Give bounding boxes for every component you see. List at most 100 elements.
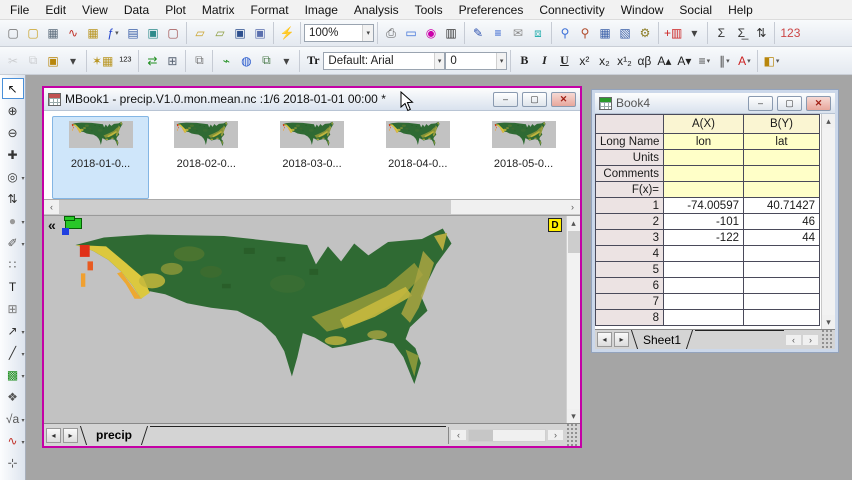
slice-thumbnail[interactable]: 2018-01-0... <box>52 116 149 199</box>
reimport-button[interactable]: ⇄ <box>142 50 162 71</box>
supersubscript-button[interactable]: x¹₂ <box>614 50 634 71</box>
new-folder-button[interactable]: ▢ <box>23 23 43 44</box>
cell-a[interactable] <box>663 149 744 166</box>
corner-header-cell[interactable] <box>595 114 664 134</box>
pan-tool[interactable]: ❖ <box>2 386 24 407</box>
cell-b[interactable] <box>743 277 820 294</box>
menu-item[interactable]: Preferences <box>451 1 532 19</box>
slice-thumbnail[interactable]: 2018-03-0... <box>264 116 361 199</box>
worksheet-view-button[interactable]: ▦ <box>595 23 615 44</box>
new-project-button[interactable]: ▢ <box>3 23 23 44</box>
sum-column-button[interactable]: Σ <box>711 23 731 44</box>
row-header-cell[interactable]: Long Name <box>595 133 664 150</box>
chevron-down-icon[interactable]: ▾ <box>433 52 445 69</box>
row-header-cell[interactable]: 3 <box>595 229 664 246</box>
cell-a[interactable]: -74.00597 <box>663 197 744 214</box>
row-header-cell[interactable]: 2 <box>595 213 664 230</box>
tab-prev-icon[interactable]: ◂ <box>46 427 61 443</box>
font-button[interactable]: Tr <box>303 50 323 71</box>
row-header-cell[interactable]: 6 <box>595 277 664 294</box>
cell-b[interactable] <box>743 245 820 262</box>
underline-button[interactable]: U <box>554 50 574 71</box>
cell-a[interactable] <box>663 181 744 198</box>
new-layout-button[interactable]: ▣ <box>143 23 163 44</box>
column-header-b[interactable]: B(Y) <box>743 114 820 134</box>
italic-button[interactable]: I <box>534 50 554 71</box>
resize-grip[interactable] <box>820 330 833 349</box>
cell-b[interactable]: 46 <box>743 213 820 230</box>
data-reader-tool[interactable]: ◎ <box>2 166 24 187</box>
bold-button[interactable]: B <box>514 50 534 71</box>
video-button[interactable]: ▥ <box>441 23 461 44</box>
menu-item[interactable]: Connectivity <box>531 1 612 19</box>
map-horizontal-scrollbar[interactable] <box>468 428 546 442</box>
find-button[interactable]: ⚲ <box>575 23 595 44</box>
insert-graph-tool[interactable]: ∿ <box>2 430 24 451</box>
scroll-left-icon[interactable]: ‹ <box>451 430 466 440</box>
minimize-button[interactable]: ‒ <box>748 95 773 111</box>
tab-sheet1[interactable]: Sheet1 <box>631 330 693 349</box>
zoom-combo[interactable]: 100% ▾ <box>304 24 374 42</box>
menu-item[interactable]: Tools <box>407 1 451 19</box>
scrollbar-thumb[interactable] <box>469 429 493 441</box>
data-connector-button[interactable]: ⌁ <box>216 50 236 71</box>
increase-font-button[interactable]: A▴ <box>654 50 674 71</box>
cell-b[interactable] <box>743 149 820 166</box>
arrow-tool[interactable]: ↗ <box>2 320 24 341</box>
menu-item[interactable]: Plot <box>157 1 194 19</box>
arrange-layers-button[interactable]: ≡ <box>488 23 508 44</box>
print-button[interactable]: ⎙ <box>381 23 401 44</box>
row-header-cell[interactable]: 4 <box>595 245 664 262</box>
toolbar-overflow-button[interactable]: ▾ <box>684 23 704 44</box>
minimize-button[interactable]: ‒ <box>493 91 518 107</box>
zoom-window-button[interactable]: ⚲ <box>555 23 575 44</box>
collapse-panel-icon[interactable]: « <box>48 217 56 233</box>
menu-item[interactable]: Matrix <box>194 1 243 19</box>
menu-item[interactable]: Help <box>720 1 761 19</box>
cell-a[interactable]: -122 <box>663 229 744 246</box>
zoom-in-tool[interactable]: ⊕ <box>2 100 24 121</box>
new-notes-button[interactable]: ▢ <box>163 23 183 44</box>
row-header-cell[interactable]: 1 <box>595 197 664 214</box>
statistics-button[interactable]: Σ̲ <box>731 23 751 44</box>
slide-view-button[interactable]: ▭ <box>401 23 421 44</box>
slice-thumbnail[interactable]: 2018-04-0... <box>369 116 466 199</box>
row-header-cell[interactable]: 8 <box>595 309 664 326</box>
tab-prev-icon[interactable]: ◂ <box>597 332 612 347</box>
tab-precip[interactable]: precip <box>80 426 148 445</box>
cell-a[interactable] <box>663 261 744 278</box>
active-frame-button[interactable]: ◉ <box>421 23 441 44</box>
font-size-combo[interactable]: 0 ▾ <box>445 51 508 70</box>
cell-b[interactable]: 40.71427 <box>743 197 820 214</box>
map-vertical-scrollbar[interactable]: ▴ ▾ <box>566 216 580 423</box>
polygon-tool[interactable]: ▩ <box>2 364 25 385</box>
tab-next-icon[interactable]: ▸ <box>63 427 78 443</box>
font-family-combo[interactable]: Default: Arial ▾ <box>323 51 446 70</box>
format-worksheet-button[interactable]: ▧ <box>615 23 635 44</box>
copy-button[interactable]: ⧉ <box>23 50 43 71</box>
cell-a[interactable] <box>663 293 744 310</box>
pointer-tool[interactable]: ↖ <box>1 78 24 99</box>
new-graph-button[interactable]: ∿ <box>63 23 83 44</box>
new-report-button[interactable]: ▤ <box>123 23 143 44</box>
cell-b[interactable] <box>743 165 820 182</box>
save-project-button[interactable]: ▣ <box>230 23 250 44</box>
open-template-button[interactable]: ▱ <box>210 23 230 44</box>
new-function-button[interactable]: ƒ <box>103 23 123 44</box>
superscript-button[interactable]: x² <box>574 50 594 71</box>
thumbnail-scrollbar[interactable]: ‹ › <box>44 200 580 215</box>
scroll-up-icon[interactable]: ▴ <box>821 114 835 128</box>
draw-data-tool[interactable]: ✐ <box>2 232 24 253</box>
fill-color-button[interactable]: ◧ <box>761 50 781 71</box>
sheet-vertical-scrollbar[interactable]: ▴ ▾ <box>821 114 835 329</box>
rescale-tool[interactable]: ⊹ <box>2 452 24 473</box>
menu-item[interactable]: Data <box>116 1 157 19</box>
edit-page-button[interactable]: ✎ <box>468 23 488 44</box>
new-matrix-button[interactable]: ▦ <box>83 23 103 44</box>
add-column-button[interactable]: +▥ <box>662 23 684 44</box>
screen-reader-tool[interactable]: ✚ <box>2 144 24 165</box>
greek-button[interactable]: αβ <box>634 50 654 71</box>
cell-a[interactable] <box>663 309 744 326</box>
cell-b[interactable]: lat <box>743 133 820 150</box>
import-ascii-button[interactable]: ¹²³ <box>115 50 135 71</box>
